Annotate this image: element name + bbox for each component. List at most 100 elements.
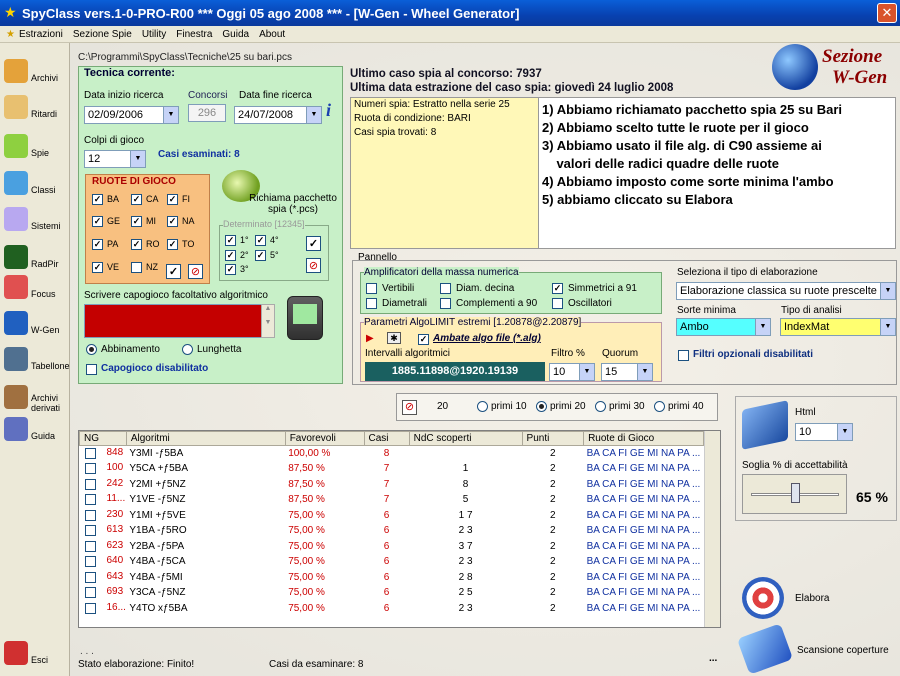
row-checkbox[interactable] (84, 571, 96, 583)
menu-estrazioni[interactable]: Estrazioni (19, 29, 63, 40)
ruota-ge-checkbox[interactable]: ✓ (92, 216, 103, 227)
ampl-checkbox[interactable] (440, 283, 451, 294)
ruota-ca-checkbox[interactable]: ✓ (131, 194, 142, 205)
row-select[interactable]: 643 (80, 570, 127, 586)
scansione-button[interactable]: Scansione coperture (797, 645, 889, 656)
target-icon[interactable] (742, 577, 784, 619)
sidebar-item-archivi[interactable]: Archivi (0, 53, 70, 93)
row-checkbox[interactable] (84, 525, 96, 536)
sidebar-item-ritardi[interactable]: Ritardi (0, 89, 70, 129)
close-button[interactable]: ✕ (877, 3, 897, 23)
row-select[interactable]: 11... (80, 492, 127, 508)
ruota-ba-checkbox[interactable]: ✓ (92, 194, 103, 205)
ampl-checkbox[interactable] (366, 298, 377, 309)
abbinamento-radio[interactable] (86, 344, 97, 355)
row-checkbox[interactable] (84, 509, 96, 521)
table-row[interactable]: 693 Y3CA -ƒ5NZ 75,00 % 6 2 5 2 BA CA FI GE MI … (80, 585, 704, 601)
table-row[interactable]: 100 Y5CA +ƒ5BA 87,50 % 7 1 2 BA CA FI GE MI NA… (80, 461, 704, 477)
table-row[interactable]: 613 Y1BA -ƒ5RO 75,00 % 6 2 3 2 BA CA FI GE MI … (80, 523, 704, 539)
filtri-checkbox[interactable] (678, 350, 689, 361)
row-checkbox[interactable] (84, 602, 96, 614)
sidebar-item-focus[interactable]: Focus (0, 269, 70, 309)
primi-radio[interactable] (536, 401, 547, 412)
sidebar-item-sistemi[interactable]: Sistemi (0, 201, 70, 241)
row-checkbox[interactable] (84, 448, 96, 459)
intervalli-value[interactable]: 1885.11898@1920.19139 (365, 362, 545, 381)
ruota-pa-checkbox[interactable]: ✓ (92, 239, 103, 250)
row-checkbox[interactable] (84, 478, 96, 490)
row-select[interactable]: 230 (80, 508, 127, 524)
ruota-to-checkbox[interactable]: ✓ (167, 239, 178, 250)
sidebar-item-w-gen[interactable]: W-Gen (0, 305, 70, 345)
capogioco-input[interactable] (84, 304, 262, 338)
uncheck-all-icon[interactable]: ⊘ (188, 264, 203, 279)
row-select[interactable]: 848 (80, 446, 127, 462)
row-select[interactable]: 100 (80, 461, 127, 477)
row-checkbox[interactable] (84, 494, 96, 505)
play-icon[interactable]: ▶ (366, 333, 374, 344)
colpi-combo[interactable]: 12 ▼ (84, 150, 146, 168)
check-all-button[interactable]: ✓ (166, 264, 181, 279)
determinato-checkbox[interactable]: ✓ (225, 264, 236, 275)
ruota-na-checkbox[interactable]: ✓ (167, 216, 178, 227)
row-checkbox[interactable] (84, 540, 96, 552)
ampl-checkbox[interactable]: ✓ (552, 283, 563, 294)
table-row[interactable]: 848 Y3MI -ƒ5BA 100,00 % 8 2 BA CA FI GE MI NA… (80, 446, 704, 462)
row-select[interactable]: 16... (80, 601, 127, 617)
sidebar-item-esci[interactable]: Esci (0, 635, 70, 675)
determinato-checkbox[interactable]: ✓ (225, 235, 236, 246)
table-row[interactable]: 623 Y2BA -ƒ5PA 75,00 % 6 3 7 2 BA CA FI GE MI … (80, 539, 704, 555)
row-select[interactable]: 640 (80, 554, 127, 570)
table-scrollbar[interactable] (704, 431, 720, 627)
table-row[interactable]: 230 Y1MI +ƒ5VE 75,00 % 6 1 7 2 BA CA FI GE MI … (80, 508, 704, 524)
table-row[interactable]: 640 Y4BA -ƒ5CA 75,00 % 6 2 3 2 BA CA FI GE MI … (80, 554, 704, 570)
richiama-label[interactable]: Richiama pacchetto spia (*.pcs) (248, 193, 338, 215)
table-row[interactable]: 16... Y4TO xƒ5BA 75,00 % 6 2 3 2 BA CA FI GE M… (80, 601, 704, 617)
primi-radio[interactable] (654, 401, 665, 412)
row-checkbox[interactable] (84, 463, 96, 474)
html-combo[interactable]: 10 ▼ (795, 423, 853, 441)
table-row[interactable]: 643 Y4BA -ƒ5MI 75,00 % 6 2 8 2 BA CA FI GE MI … (80, 570, 704, 586)
determinato-checkbox[interactable]: ✓ (255, 235, 266, 246)
lunghetta-radio[interactable] (182, 344, 193, 355)
menu-finestra[interactable]: Finestra (176, 29, 212, 40)
row-select[interactable]: 623 (80, 539, 127, 555)
data-inizio-combo[interactable]: 02/09/2006 ▼ (84, 106, 179, 124)
ruota-ro-checkbox[interactable]: ✓ (131, 239, 142, 250)
analisi-combo[interactable]: IndexMat ▼ (780, 318, 896, 336)
determinato-checkbox[interactable]: ✓ (255, 250, 266, 261)
row-select[interactable]: 242 (80, 477, 127, 493)
ruota-fi-checkbox[interactable]: ✓ (167, 194, 178, 205)
capogioco-disabilitato-checkbox[interactable] (86, 364, 97, 375)
primi-radio[interactable] (595, 401, 606, 412)
det-uncheck-icon[interactable]: ⊘ (306, 258, 321, 273)
ampl-checkbox[interactable] (366, 283, 377, 294)
data-fine-combo[interactable]: 24/07/2008 ▼ (234, 106, 322, 124)
ampl-checkbox[interactable] (552, 298, 563, 309)
menu-about[interactable]: About (259, 29, 285, 40)
ampl-checkbox[interactable] (440, 298, 451, 309)
ruota-nz-checkbox[interactable] (131, 262, 142, 273)
capogioco-scrollbar[interactable]: ▲ ▼ (261, 304, 275, 338)
open-file-icon[interactable]: ✱ (387, 332, 401, 344)
menu-utility[interactable]: Utility (142, 29, 166, 40)
tipo-combo[interactable]: Elaborazione classica su ruote prescelte… (676, 282, 896, 300)
ruota-ve-checkbox[interactable]: ✓ (92, 262, 103, 273)
sidebar-item-classi[interactable]: Classi (0, 165, 70, 205)
sidebar-item-guida[interactable]: Guida (0, 411, 70, 451)
stop-icon[interactable]: ⊘ (402, 400, 417, 415)
table-row[interactable]: 242 Y2MI +ƒ5NZ 87,50 % 7 8 2 BA CA FI GE MI NA… (80, 477, 704, 493)
quorum-combo[interactable]: 15 ▼ (601, 363, 653, 381)
primi-radio[interactable] (477, 401, 488, 412)
determinato-checkbox[interactable]: ✓ (225, 250, 236, 261)
elabora-button[interactable]: Elabora (795, 593, 829, 604)
row-checkbox[interactable] (84, 556, 96, 567)
ambate-checkbox[interactable]: ✓ (418, 334, 429, 345)
info-icon[interactable]: i (326, 100, 331, 121)
row-select[interactable]: 693 (80, 585, 127, 601)
menu-guida[interactable]: Guida (222, 29, 249, 40)
menu-sezione-spie[interactable]: Sezione Spie (73, 29, 132, 40)
det-check-all-button[interactable]: ✓ (306, 236, 321, 251)
sidebar-item-spie[interactable]: Spie (0, 128, 70, 168)
phone-icon[interactable] (287, 296, 323, 340)
